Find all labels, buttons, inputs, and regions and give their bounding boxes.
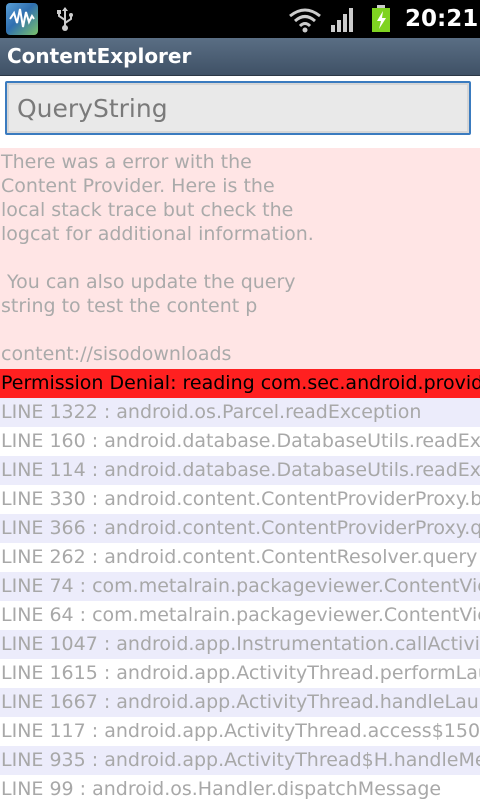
signal-icon [330,7,356,37]
usb-icon [54,6,76,36]
stack-trace-text: LINE 366 : android.content.ContentProvid… [1,517,480,539]
stack-trace-text: LINE 1615 : android.app.ActivityThread.p… [1,662,480,684]
stack-trace-text: LINE 262 : android.content.ContentResolv… [1,546,478,568]
query-string-input[interactable] [5,81,471,135]
stack-trace-row: LINE 74 : com.metalrain.packageviewer.Co… [0,572,480,601]
stack-trace-list[interactable]: LINE 1322 : android.os.Parcel.readExcept… [0,398,480,800]
wifi-icon [288,7,322,37]
stack-trace-row: LINE 262 : android.content.ContentResolv… [0,543,480,572]
error-message-line: logcat for additional information. [1,223,314,245]
error-message-line: string to test the content p [1,295,258,317]
stack-trace-text: LINE 160 : android.database.DatabaseUtil… [1,430,480,452]
stack-trace-text: LINE 1667 : android.app.ActivityThread.h… [1,691,480,713]
stack-trace-row: LINE 99 : android.os.Handler.dispatchMes… [0,775,480,800]
stack-trace-row: LINE 64 : com.metalrain.packageviewer.Co… [0,601,480,630]
stack-trace-row: LINE 114 : android.database.DatabaseUtil… [0,456,480,485]
query-area [0,76,480,148]
error-message: There was a error with the Content Provi… [0,148,480,369]
clock: 20:21 [405,6,479,32]
error-message-line: Content Provider. Here is the [1,175,275,197]
stack-trace-text: LINE 330 : android.content.ContentProvid… [1,488,480,510]
title-bar: ContentExplorer [0,38,480,76]
stack-trace-text: LINE 117 : android.app.ActivityThread.ac… [1,720,480,742]
stack-trace-row: LINE 1047 : android.app.Instrumentation.… [0,630,480,659]
stack-trace-row: LINE 160 : android.database.DatabaseUtil… [0,427,480,456]
stack-trace-row: LINE 117 : android.app.ActivityThread.ac… [0,717,480,746]
stack-trace-row: LINE 1615 : android.app.ActivityThread.p… [0,659,480,688]
app-title: ContentExplorer [7,44,192,68]
stack-trace-row: LINE 1667 : android.app.ActivityThread.h… [0,688,480,717]
stack-trace-text: LINE 74 : com.metalrain.packageviewer.Co… [1,575,480,597]
stack-trace-text: LINE 935 : android.app.ActivityThread$H.… [1,749,480,771]
content-uri: content://sisodownloads [1,343,232,365]
error-message-line: There was a error with the [1,151,252,173]
stack-trace-row: LINE 935 : android.app.ActivityThread$H.… [0,746,480,775]
stack-trace-row: LINE 330 : android.content.ContentProvid… [0,485,480,514]
error-message-line: You can also update the query [1,271,296,293]
error-message-line: local stack trace but check the [1,199,294,221]
stack-trace-row: LINE 1322 : android.os.Parcel.readExcept… [0,398,480,427]
permission-denial-text: Permission Denial: reading com.sec.andro… [1,372,480,394]
stack-trace-row: LINE 366 : android.content.ContentProvid… [0,514,480,543]
battery-charging-icon [370,5,392,37]
stack-trace-text: LINE 1047 : android.app.Instrumentation.… [1,633,480,655]
permission-denial-banner: Permission Denial: reading com.sec.andro… [0,369,480,398]
stack-trace-text: LINE 64 : com.metalrain.packageviewer.Co… [1,604,480,626]
stack-trace-text: LINE 99 : android.os.Handler.dispatchMes… [1,778,442,800]
app-notification-icon[interactable] [6,3,38,35]
stack-trace-text: LINE 114 : android.database.DatabaseUtil… [1,459,480,481]
stack-trace-text: LINE 1322 : android.os.Parcel.readExcept… [1,401,422,423]
status-bar: 20:21 [0,0,480,38]
